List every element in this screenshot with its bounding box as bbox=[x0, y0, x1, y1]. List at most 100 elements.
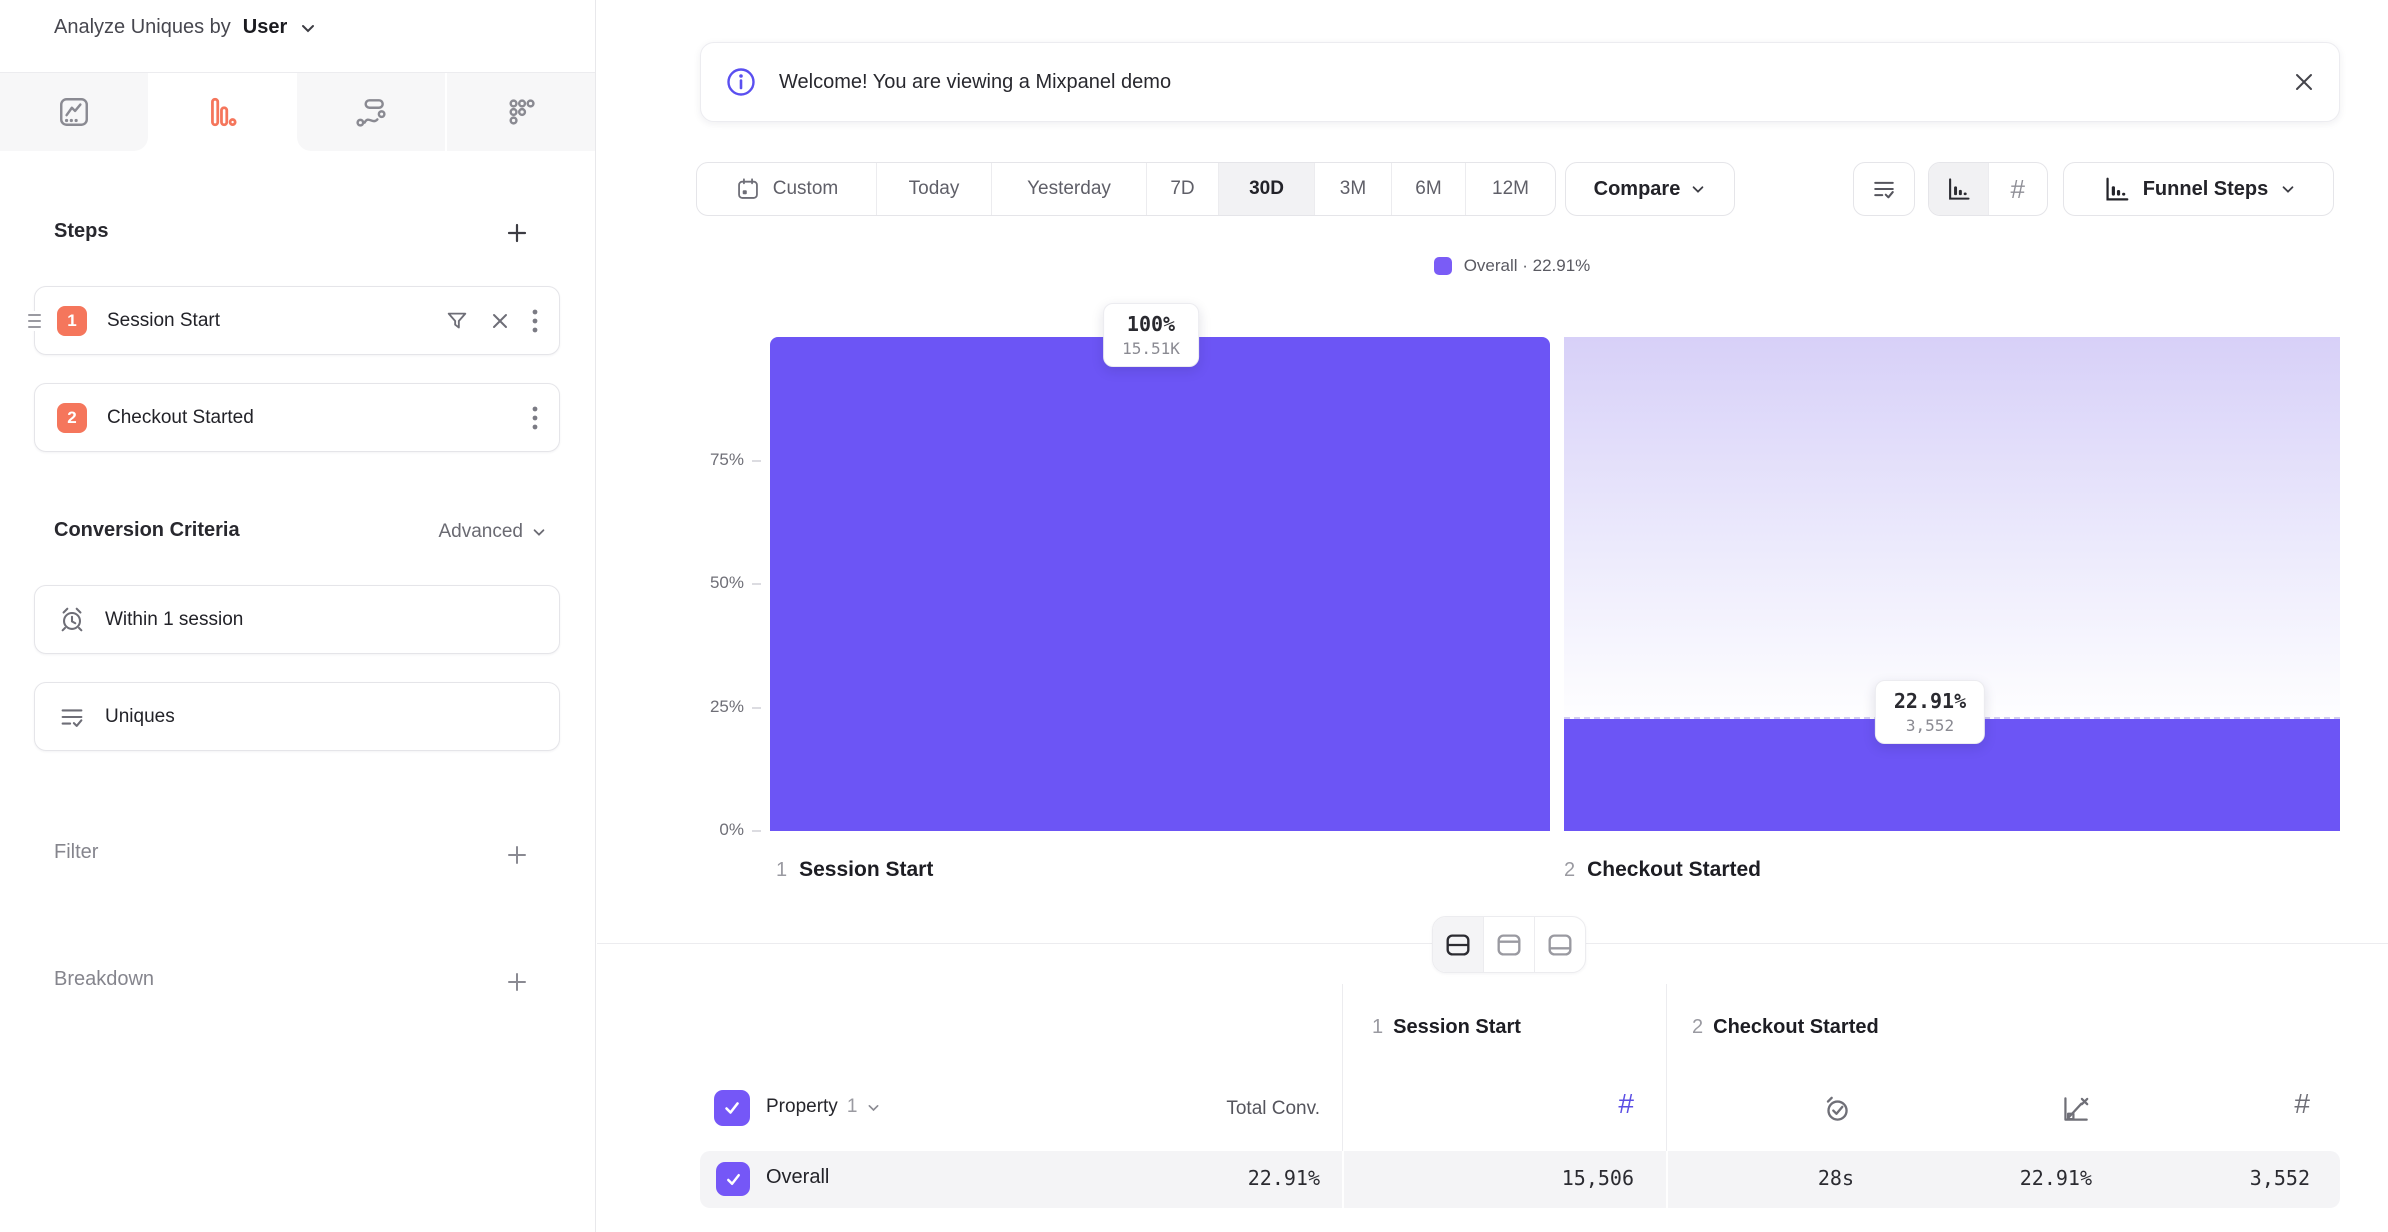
conversion-criteria-title: Conversion Criteria bbox=[54, 519, 240, 542]
date-tab-yesterday[interactable]: Yesterday bbox=[991, 163, 1146, 215]
step-number-badge: 2 bbox=[57, 403, 87, 433]
date-tab-today[interactable]: Today bbox=[876, 163, 991, 215]
filter-icon[interactable] bbox=[445, 309, 469, 333]
advanced-dropdown[interactable]: Advanced bbox=[438, 521, 547, 543]
funnel-bar-step-1[interactable] bbox=[770, 337, 1550, 831]
chevron-down-icon bbox=[2280, 181, 2296, 197]
split-view-toggle[interactable] bbox=[1433, 917, 1483, 972]
funnel-bars-icon bbox=[205, 95, 239, 129]
select-all-checkbox[interactable] bbox=[714, 1090, 750, 1126]
alarm-clock-icon bbox=[57, 605, 87, 635]
date-tab-7d[interactable]: 7D bbox=[1146, 163, 1218, 215]
date-tab-label: 7D bbox=[1170, 178, 1194, 200]
check-icon bbox=[722, 1098, 742, 1118]
step2-count-value: 3,552 bbox=[2110, 1166, 2310, 1190]
date-tab-6m[interactable]: 6M bbox=[1391, 163, 1465, 215]
bar-value-tooltip-1: 100% 15.51K bbox=[1103, 303, 1199, 367]
date-tab-label: 3M bbox=[1340, 178, 1366, 200]
date-tab-12m[interactable]: 12M bbox=[1465, 163, 1555, 215]
axis-tick-mark bbox=[752, 583, 761, 585]
drag-handle-icon[interactable] bbox=[28, 311, 42, 331]
axis-tick-mark bbox=[752, 707, 761, 709]
tab-funnels[interactable] bbox=[148, 73, 296, 151]
tab-insights[interactable] bbox=[0, 73, 148, 151]
chevron-down-icon bbox=[531, 524, 547, 540]
visualization-tabs bbox=[0, 72, 595, 151]
y-axis-tick-25: 25% bbox=[684, 697, 744, 717]
analyze-entity-dropdown[interactable]: User bbox=[243, 16, 287, 39]
time-to-convert-column-icon[interactable] bbox=[1820, 1092, 1854, 1126]
table-only-toggle[interactable] bbox=[1534, 917, 1585, 972]
group-number: 2 bbox=[1692, 1016, 1703, 1039]
split-horizontal-icon bbox=[1443, 930, 1473, 960]
date-tab-30d[interactable]: 30D bbox=[1218, 163, 1314, 215]
property-dropdown[interactable]: Property 1 bbox=[766, 1096, 881, 1118]
info-icon bbox=[725, 66, 757, 98]
banner-close-button[interactable] bbox=[2286, 64, 2322, 100]
bottom-panel-icon bbox=[1545, 930, 1575, 960]
conversion-window-card[interactable]: Within 1 session bbox=[34, 585, 560, 654]
calendar-icon bbox=[735, 176, 761, 202]
add-filter-button[interactable] bbox=[500, 838, 534, 872]
count2-column-header-hash-icon[interactable]: # bbox=[2210, 1088, 2310, 1120]
metric-settings-button[interactable] bbox=[1853, 162, 1915, 216]
query-builder-sidebar: Analyze Uniques by User bbox=[0, 0, 596, 1232]
check-icon bbox=[724, 1170, 743, 1189]
list-check-icon bbox=[57, 702, 87, 732]
chevron-down-icon[interactable] bbox=[299, 19, 317, 37]
date-tab-label: Custom bbox=[773, 178, 838, 200]
kebab-menu-icon[interactable] bbox=[531, 308, 539, 334]
tab-flows[interactable] bbox=[297, 73, 447, 151]
advanced-label: Advanced bbox=[438, 521, 523, 543]
kebab-menu-icon[interactable] bbox=[531, 405, 539, 431]
step-card-2[interactable]: 2 Checkout Started bbox=[34, 383, 560, 452]
column-group-divider bbox=[1666, 984, 1667, 1151]
chart-legend[interactable]: Overall · 22.91% bbox=[776, 256, 2248, 276]
date-tab-label: 12M bbox=[1492, 178, 1529, 200]
step1-count-value: 15,506 bbox=[1434, 1166, 1634, 1190]
x-axis-step-label-1: 1 Session Start bbox=[776, 858, 933, 882]
add-breakdown-button[interactable] bbox=[500, 965, 534, 999]
analyze-uniques-row: Analyze Uniques by User bbox=[54, 16, 317, 39]
date-tab-label: 6M bbox=[1415, 178, 1441, 200]
compare-button[interactable]: Compare bbox=[1565, 162, 1735, 216]
number-view-toggle[interactable]: # bbox=[1988, 163, 2048, 215]
steps-section-title: Steps bbox=[54, 220, 108, 243]
date-tab-label: Today bbox=[909, 178, 960, 200]
percent-view-toggle[interactable] bbox=[1929, 163, 1988, 215]
chart-only-toggle[interactable] bbox=[1483, 917, 1534, 972]
tooltip-count: 15.51K bbox=[1122, 339, 1180, 358]
add-step-button[interactable] bbox=[500, 216, 534, 250]
row-group-separator bbox=[1342, 1151, 1344, 1208]
date-tab-label: 30D bbox=[1249, 178, 1284, 200]
counting-method-card[interactable]: Uniques bbox=[34, 682, 560, 751]
total-conv-column-header[interactable]: Total Conv. bbox=[1080, 1098, 1320, 1120]
column-group-divider bbox=[1342, 984, 1343, 1151]
tab-grid[interactable] bbox=[447, 73, 595, 151]
conv-rate-value: 22.91% bbox=[1892, 1166, 2092, 1190]
remove-step-icon[interactable] bbox=[489, 310, 511, 332]
chevron-down-icon bbox=[866, 1100, 881, 1115]
plus-icon bbox=[505, 221, 529, 245]
step-name: Session Start bbox=[799, 858, 933, 882]
row-checkbox[interactable] bbox=[716, 1162, 750, 1196]
layout-toggle bbox=[1432, 916, 1586, 973]
conversion-rate-column-icon[interactable] bbox=[2058, 1092, 2092, 1126]
count-column-header-hash-icon[interactable]: # bbox=[1534, 1088, 1634, 1120]
step-name: Session Start bbox=[107, 310, 445, 332]
date-tab-3m[interactable]: 3M bbox=[1314, 163, 1391, 215]
tooltip-percent: 100% bbox=[1122, 312, 1180, 336]
date-tab-custom[interactable]: Custom bbox=[697, 163, 876, 215]
line-chart-icon bbox=[57, 95, 91, 129]
analyze-label: Analyze Uniques by bbox=[54, 16, 231, 39]
bar-value-tooltip-2: 22.91% 3,552 bbox=[1875, 680, 1985, 744]
list-check-icon bbox=[1870, 175, 1898, 203]
step-card-1[interactable]: 1 Session Start bbox=[34, 286, 560, 355]
step-name: Checkout Started bbox=[107, 407, 531, 429]
funnel-steps-dropdown[interactable]: Funnel Steps bbox=[2063, 162, 2334, 216]
close-icon bbox=[2293, 71, 2315, 93]
welcome-banner: Welcome! You are viewing a Mixpanel demo bbox=[700, 42, 2340, 122]
counting-method-label: Uniques bbox=[105, 706, 175, 728]
legend-label: Overall · 22.91% bbox=[1464, 256, 1591, 276]
hash-icon: # bbox=[2011, 174, 2025, 205]
